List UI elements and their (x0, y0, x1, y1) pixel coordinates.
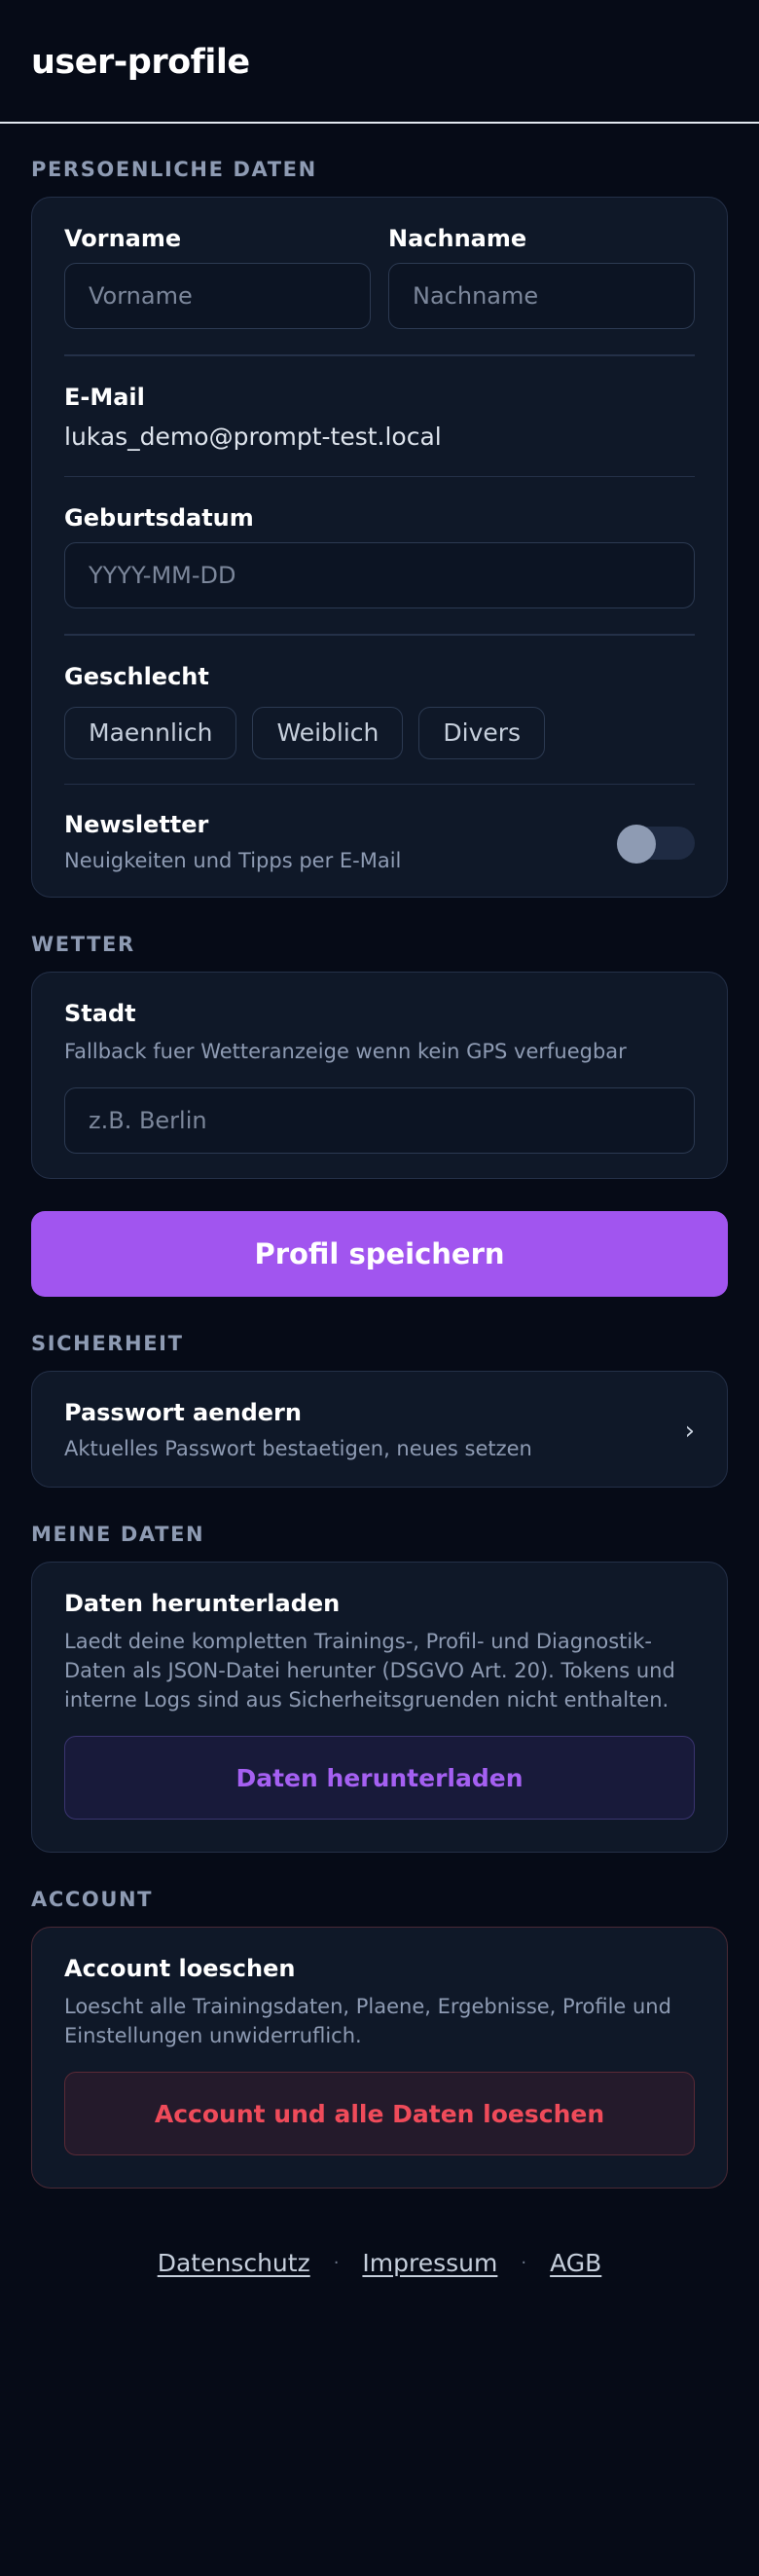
email-value: lukas_demo@prompt-test.local (64, 422, 442, 451)
delete-account-title: Account loeschen (64, 1955, 296, 1982)
download-data-description: Laedt deine kompletten Trainings-, Profi… (64, 1630, 675, 1711)
newsletter-label: Newsletter (64, 811, 209, 838)
footer-link-privacy[interactable]: Datenschutz (158, 2249, 310, 2277)
newsletter-row: Newsletter Neuigkeiten und Tipps per E-M… (64, 811, 695, 875)
app-header: user-profile (0, 0, 759, 124)
footer-separator: · (521, 2253, 527, 2273)
download-data-title: Daten herunterladen (64, 1590, 341, 1617)
newsletter-toggle[interactable] (617, 825, 695, 864)
city-description: Fallback fuer Wetteranzeige wenn kein GP… (64, 1040, 627, 1063)
gender-label: Geschlecht (64, 662, 209, 690)
firstname-input[interactable]: Vorname (64, 263, 371, 329)
download-data-button[interactable]: Daten herunterladen (64, 1736, 695, 1820)
section-label-security: SICHERHEIT (31, 1332, 184, 1355)
section-label-weather: WETTER (31, 933, 135, 956)
gender-option-male[interactable]: Maennlich (64, 706, 237, 759)
birthdate-label: Geburtsdatum (64, 504, 254, 532)
change-password-description: Aktuelles Passwort bestaetigen, neues se… (64, 1437, 532, 1460)
gender-option-diverse[interactable]: Divers (418, 706, 546, 759)
change-password-title: Passwort aendern (64, 1399, 302, 1426)
delete-account-description: Loescht alle Trainingsdaten, Plaene, Erg… (64, 1995, 671, 2047)
city-input[interactable]: z.B. Berlin (64, 1087, 695, 1154)
chevron-right-icon: › (684, 1417, 695, 1446)
delete-account-button[interactable]: Account und alle Daten loeschen (64, 2072, 695, 2155)
divider (64, 475, 695, 477)
city-label: Stadt (64, 1000, 136, 1027)
change-password-row[interactable]: Passwort aendern Aktuelles Passwort best… (31, 1371, 728, 1488)
footer-link-imprint[interactable]: Impressum (362, 2249, 497, 2277)
lastname-input[interactable]: Nachname (388, 263, 695, 329)
page-title: user-profile (31, 43, 250, 82)
delete-account-card: Account loeschen Loescht alle Trainingsd… (31, 1927, 728, 2189)
lastname-label: Nachname (388, 225, 527, 252)
divider (64, 354, 695, 356)
save-profile-button[interactable]: Profil speichern (31, 1211, 728, 1297)
gender-option-female[interactable]: Weiblich (252, 706, 404, 759)
newsletter-description: Neuigkeiten und Tipps per E-Mail (64, 849, 402, 872)
section-label-account: ACCOUNT (31, 1888, 154, 1911)
firstname-label: Vorname (64, 225, 182, 252)
profile-content: PERSOENLICHE DATEN Vorname Vorname Nachn… (0, 158, 759, 2277)
birthdate-input[interactable]: YYYY-MM-DD (64, 542, 695, 608)
personal-card: Vorname Vorname Nachname Nachname E-Mail… (31, 197, 728, 898)
section-label-personal: PERSOENLICHE DATEN (31, 158, 317, 181)
divider (64, 634, 695, 636)
weather-card: Stadt Fallback fuer Wetteranzeige wenn k… (31, 972, 728, 1179)
footer-links: Datenschutz · Impressum · AGB (31, 2249, 728, 2277)
footer-link-terms[interactable]: AGB (550, 2249, 601, 2277)
section-label-my-data: MEINE DATEN (31, 1523, 205, 1546)
download-data-card: Daten herunterladen Laedt deine komplett… (31, 1562, 728, 1853)
footer-separator: · (333, 2253, 340, 2273)
toggle-knob (617, 825, 656, 864)
divider (64, 783, 695, 785)
gender-options: Maennlich Weiblich Divers (64, 706, 695, 759)
email-label: E-Mail (64, 383, 145, 411)
